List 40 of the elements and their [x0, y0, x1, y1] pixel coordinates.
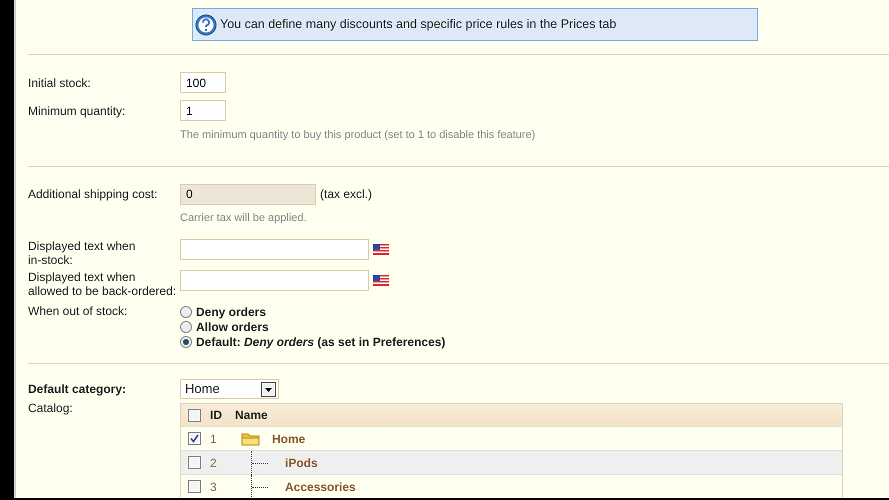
- category-name[interactable]: iPods: [285, 454, 318, 472]
- folder-icon: [240, 430, 262, 446]
- category-name[interactable]: Accessories: [285, 478, 356, 496]
- radio-button[interactable]: [180, 336, 192, 348]
- field-label: Additional shipping cost:: [28, 186, 158, 200]
- radio-button[interactable]: [180, 306, 192, 318]
- caret-icon[interactable]: [261, 382, 276, 396]
- id-cell-text: 2: [210, 454, 218, 472]
- flag-icon[interactable]: [373, 244, 389, 255]
- field-label: Minimum quantity:: [28, 103, 126, 118]
- column-header: Name: [235, 407, 268, 424]
- checkbox[interactable]: [188, 480, 201, 493]
- flag-icon[interactable]: [373, 275, 389, 286]
- field-label: Default category:: [28, 382, 128, 396]
- number-field[interactable]: 100: [180, 72, 226, 93]
- field-label: Catalog:: [28, 401, 74, 415]
- field-label: Initial stock:: [28, 75, 92, 90]
- radio-option[interactable]: Allow orders: [180, 319, 446, 334]
- field-label: Displayed text when in-stock:: [28, 239, 136, 267]
- checkbox[interactable]: [188, 408, 201, 422]
- radio-option[interactable]: Deny orders: [180, 304, 446, 319]
- checkbox[interactable]: [188, 432, 201, 445]
- hint-text: The minimum quantity to buy this product (set to 1 to disable this feature): [180, 128, 536, 143]
- field-label: When out of stock:: [28, 304, 128, 318]
- radio-option[interactable]: Default: Deny orders (as set in Preferences): [180, 334, 446, 349]
- checkbox[interactable]: [188, 456, 201, 469]
- help-icon: [195, 14, 217, 36]
- field-label: Displayed text when allowed to be back-ordered:: [28, 270, 178, 298]
- radio-button[interactable]: [180, 320, 192, 332]
- id-cell-text: 1: [210, 430, 218, 448]
- shipping-cost-field[interactable]: 0: [180, 184, 316, 204]
- suffix-text: (tax excl.): [320, 186, 372, 203]
- hint-text: Carrier tax will be applied.: [180, 210, 308, 226]
- text-field[interactable]: [180, 239, 369, 260]
- number-field[interactable]: 1: [180, 100, 226, 121]
- category-dropdown[interactable]: Home: [180, 379, 279, 399]
- info-text: You can define many discounts and specific price rules in the Prices tab: [220, 16, 616, 34]
- text-field[interactable]: [180, 270, 369, 291]
- id-cell-text: 3: [210, 478, 218, 496]
- category-name[interactable]: Home: [272, 430, 306, 448]
